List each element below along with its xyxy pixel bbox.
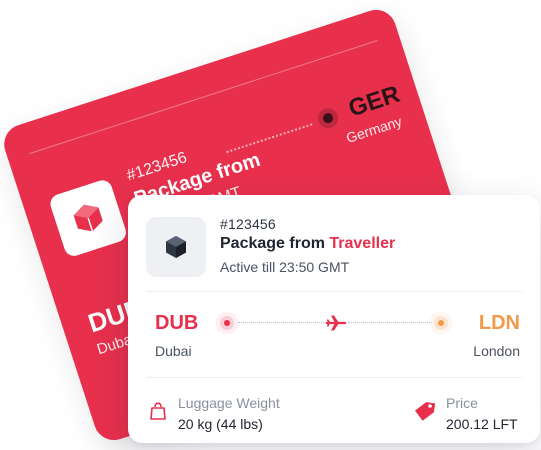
luggage-weight-value: 20 kg (44 lbs) [178,416,263,432]
price-label: Price [446,395,478,411]
divider-top [146,291,522,292]
back-route-dot [321,111,335,125]
price-value: 200.12 LFT [446,416,518,432]
back-route-line [226,123,313,154]
route-line-right [348,322,432,323]
divider-bottom [146,377,522,378]
order-id: #123456 [220,216,276,232]
to-code: LDN [478,312,520,334]
to-city: London [473,343,520,359]
bag-icon [150,402,166,420]
title-prefix: Package from [220,235,325,252]
from-code: DUB [155,312,199,334]
package-title: Package from Traveller [220,235,395,253]
from-city: Dubai [155,343,192,359]
stage: #123456 Package from Ac 23:50 GMT GER Ge… [0,0,541,450]
route-line-left [238,322,326,323]
package-icon-tile [146,217,206,277]
active-until: Active till 23:50 GMT [220,259,350,275]
destination-dot [438,320,444,326]
package-card[interactable]: #123456 Package from Traveller Active ti… [128,195,540,443]
origin-dot [224,320,230,326]
luggage-weight-label: Luggage Weight [178,395,280,411]
price-tag-icon [414,402,436,421]
package-box-icon [73,204,103,232]
package-box-icon [166,236,186,258]
title-accent[interactable]: Traveller [329,235,395,252]
back-card-icon-tile [47,177,129,259]
airplane-icon [326,315,346,331]
back-card-divider [29,40,378,155]
